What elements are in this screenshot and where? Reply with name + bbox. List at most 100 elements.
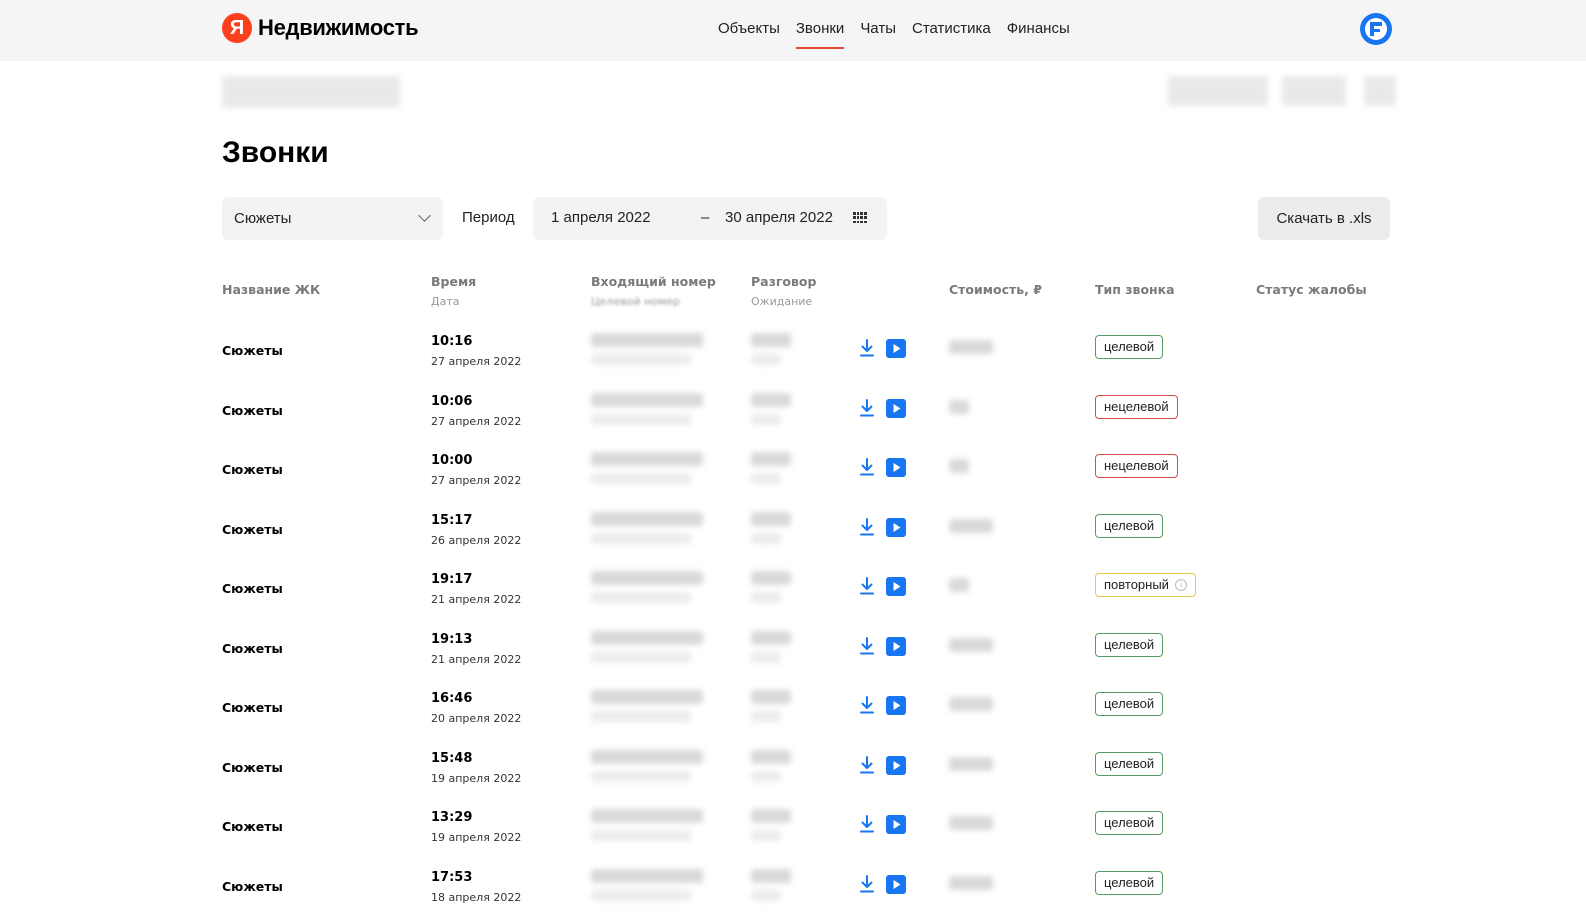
cell-complex-name: Сюжеты xyxy=(222,403,283,418)
download-icon[interactable] xyxy=(859,755,875,775)
redacted-cost xyxy=(949,757,993,771)
nav-item-chats[interactable]: Чаты xyxy=(852,0,904,61)
nav-item-calls[interactable]: Звонки xyxy=(788,0,852,61)
redacted-balance xyxy=(1282,76,1346,106)
table-row: Сюжеты 10:06 27 апреля 2022 нецелевой xyxy=(0,381,1586,440)
yandex-realty-logo[interactable]: Я Недвижимость xyxy=(222,13,419,43)
play-icon[interactable] xyxy=(886,399,906,418)
page-title: Звонки xyxy=(222,136,329,169)
redacted-target-number xyxy=(591,890,691,901)
redacted-cost xyxy=(949,340,993,354)
call-type-badge: целевой xyxy=(1095,811,1164,835)
download-icon[interactable] xyxy=(859,874,875,894)
call-type-badge: целевой xyxy=(1095,692,1164,716)
play-icon[interactable] xyxy=(886,637,906,656)
user-avatar[interactable] xyxy=(1360,13,1392,45)
download-icon[interactable] xyxy=(859,636,875,656)
redacted-wait-duration xyxy=(751,771,781,782)
play-icon[interactable] xyxy=(886,875,906,894)
cell-complex-name: Сюжеты xyxy=(222,522,283,537)
cell-date: 20 апреля 2022 xyxy=(431,712,522,725)
call-type-label: целевой xyxy=(1104,815,1155,830)
call-type-label: целевой xyxy=(1104,518,1155,533)
play-icon[interactable] xyxy=(886,518,906,537)
avatar-f-icon xyxy=(1365,18,1387,40)
redacted-talk-duration xyxy=(751,809,791,823)
cell-date: 27 апреля 2022 xyxy=(431,355,522,368)
redacted-wait-duration xyxy=(751,533,781,544)
redacted-target-number xyxy=(591,533,691,544)
play-icon[interactable] xyxy=(886,756,906,775)
download-icon[interactable] xyxy=(859,814,875,834)
redacted-incoming-number xyxy=(591,869,703,883)
cell-date: 19 апреля 2022 xyxy=(431,772,522,785)
redacted-wait-duration xyxy=(751,711,781,722)
col-header-complaint: Статус жалобы xyxy=(1256,282,1367,297)
call-type-label: целевой xyxy=(1104,875,1155,890)
date-to-input[interactable]: 30 апреля 2022 xyxy=(725,209,833,226)
download-icon[interactable] xyxy=(859,398,875,418)
redacted-incoming-number xyxy=(591,512,703,526)
cell-time: 17:53 xyxy=(431,870,473,885)
redacted-incoming-number xyxy=(591,690,703,704)
cell-time: 10:16 xyxy=(431,334,473,349)
redacted-talk-duration xyxy=(751,571,791,585)
redacted-target-number xyxy=(591,354,691,365)
redacted-target-number xyxy=(591,592,691,603)
redacted-wait-duration xyxy=(751,592,781,603)
redacted-talk-duration xyxy=(751,452,791,466)
date-range-picker[interactable]: 1 апреля 2022 – 30 апреля 2022 xyxy=(533,197,887,240)
download-xls-button[interactable]: Скачать в .xls xyxy=(1258,197,1390,240)
redacted-action xyxy=(1364,76,1396,106)
call-type-label: целевой xyxy=(1104,696,1155,711)
nav-item-statistics[interactable]: Статистика xyxy=(904,0,999,61)
nav-item-finance[interactable]: Финансы xyxy=(999,0,1078,61)
redacted-incoming-number xyxy=(591,750,703,764)
project-select[interactable]: Сюжеты xyxy=(222,197,443,240)
download-icon[interactable] xyxy=(859,338,875,358)
cell-complex-name: Сюжеты xyxy=(222,760,283,775)
cell-date: 26 апреля 2022 xyxy=(431,534,522,547)
redacted-target-number xyxy=(591,473,691,484)
calendar-icon[interactable] xyxy=(853,212,867,224)
play-icon[interactable] xyxy=(886,577,906,596)
col-header-wait: Ожидание xyxy=(751,295,813,308)
redacted-cost xyxy=(949,816,993,830)
play-icon[interactable] xyxy=(886,339,906,358)
redacted-wait-duration xyxy=(751,354,781,365)
play-icon[interactable] xyxy=(886,458,906,477)
cell-time: 15:48 xyxy=(431,751,473,766)
download-icon[interactable] xyxy=(859,457,875,477)
download-icon[interactable] xyxy=(859,576,875,596)
table-row: Сюжеты 19:17 21 апреля 2022 повторный i xyxy=(0,559,1586,618)
table-row: Сюжеты 15:48 19 апреля 2022 целевой xyxy=(0,738,1586,797)
col-header-date: Дата xyxy=(431,295,460,308)
redacted-talk-duration xyxy=(751,869,791,883)
info-icon[interactable]: i xyxy=(1174,579,1187,591)
call-type-label: целевой xyxy=(1104,756,1155,771)
call-type-label: целевой xyxy=(1104,637,1155,652)
col-header-time: Время xyxy=(431,274,477,289)
date-from-input[interactable]: 1 апреля 2022 xyxy=(551,209,651,226)
table-row: Сюжеты 16:46 20 апреля 2022 целевой xyxy=(0,678,1586,737)
col-header-talk: Разговор xyxy=(751,274,817,289)
play-icon[interactable] xyxy=(886,815,906,834)
redacted-account-info xyxy=(1168,76,1268,106)
redacted-talk-duration xyxy=(751,690,791,704)
cell-complex-name: Сюжеты xyxy=(222,581,283,596)
cell-complex-name: Сюжеты xyxy=(222,462,283,477)
call-type-badge: целевой xyxy=(1095,514,1164,538)
redacted-incoming-number xyxy=(591,333,703,347)
redacted-cost xyxy=(949,400,969,414)
redacted-cost xyxy=(949,638,993,652)
call-type-badge: нецелевой xyxy=(1095,454,1178,478)
call-type-badge: целевой xyxy=(1095,871,1164,895)
redacted-target-number xyxy=(591,830,691,841)
download-icon[interactable] xyxy=(859,695,875,715)
chevron-down-icon xyxy=(418,209,431,222)
redacted-wait-duration xyxy=(751,652,781,663)
nav-item-objects[interactable]: Объекты xyxy=(710,0,788,61)
download-icon[interactable] xyxy=(859,517,875,537)
play-icon[interactable] xyxy=(886,696,906,715)
cell-date: 21 апреля 2022 xyxy=(431,593,522,606)
